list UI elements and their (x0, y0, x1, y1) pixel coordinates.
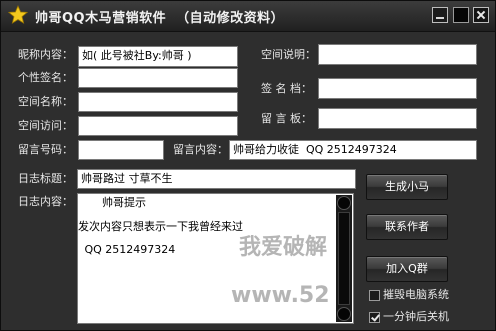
space-desc-input[interactable] (318, 44, 477, 65)
space-visit-input[interactable] (78, 116, 238, 136)
message-number-label: 留言号码： (18, 143, 73, 156)
vertical-scrollbar[interactable] (336, 195, 352, 322)
title-bar[interactable]: 帅哥QQ木马营销软件 （自动修改资料） (1, 1, 495, 32)
scroll-up-icon[interactable] (336, 195, 352, 211)
star-icon (8, 5, 28, 24)
signature-input[interactable] (78, 68, 238, 88)
space-desc-label: 空间说明： (261, 48, 316, 61)
minimize-button[interactable] (432, 7, 448, 23)
log-content-line: 发次内容只想表示一下我曾经来过 (78, 220, 243, 233)
space-visit-label: 空间访问： (18, 119, 73, 132)
log-title-label: 日志标题： (18, 172, 73, 185)
generate-trojan-button[interactable]: 生成小马 (366, 174, 448, 200)
window-title: 帅哥QQ木马营销软件 （自动修改资料） (35, 11, 285, 26)
signature-label: 个性签名： (18, 71, 73, 84)
space-name-input[interactable] (78, 92, 238, 112)
destroy-system-label: 摧毁电脑系统 (383, 288, 449, 301)
scrollbar-thumb[interactable] (338, 212, 350, 305)
scroll-down-icon[interactable] (336, 306, 352, 322)
file-sign-input[interactable] (318, 78, 477, 99)
log-content-line: 帅哥提示 (81, 196, 146, 209)
space-name-label: 空间名称： (18, 95, 73, 108)
shutdown-label: 一分钟后关机 (383, 310, 449, 323)
log-content-textarea[interactable]: 帅哥提示 发次内容只想表示一下我曾经来过 QQ 2512497324 (77, 193, 354, 324)
message-board-label: 留 言 板： (261, 112, 312, 125)
message-board-input[interactable] (318, 108, 477, 129)
nickname-input[interactable]: 如( 此号被社By:帅哥 ) (78, 46, 238, 67)
maximize-button[interactable] (453, 7, 469, 23)
main-window: 帅哥QQ木马营销软件 （自动修改资料） 昵称内容： 如( 此号被社By:帅哥 )… (0, 0, 496, 331)
shutdown-checkbox[interactable] (369, 312, 380, 323)
close-button[interactable] (473, 7, 489, 23)
file-sign-label: 签 名 档： (261, 82, 312, 95)
contact-author-button[interactable]: 联系作者 (366, 214, 448, 240)
message-content-input[interactable]: 帅哥给力收徒 QQ 2512497324 (229, 140, 477, 160)
nickname-label: 昵称内容： (18, 48, 73, 61)
log-title-input[interactable]: 帅哥路过 寸草不生 (77, 169, 356, 189)
log-content-label: 日志内容： (18, 195, 73, 208)
log-content-line: QQ 2512497324 (81, 243, 176, 256)
message-content-label: 留言内容： (173, 143, 228, 156)
message-number-input[interactable] (78, 140, 164, 160)
join-group-button[interactable]: 加入Q群 (366, 256, 448, 282)
destroy-system-checkbox[interactable] (369, 290, 380, 301)
